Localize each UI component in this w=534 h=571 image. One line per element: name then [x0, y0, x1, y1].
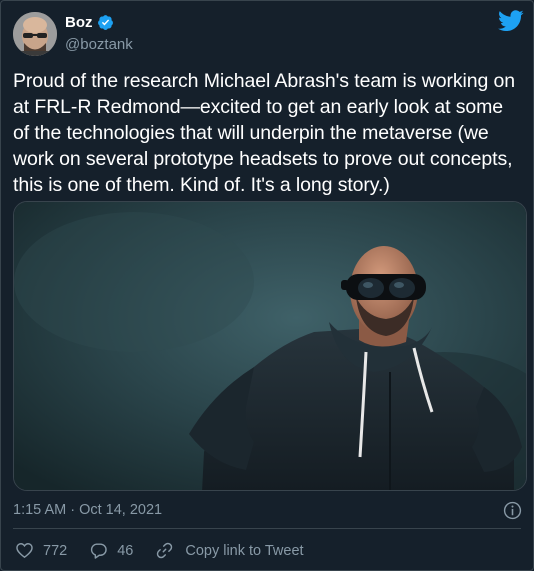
twitter-bird-icon[interactable] — [498, 10, 524, 32]
photo-person-with-headset — [14, 202, 526, 490]
info-icon[interactable] — [503, 501, 522, 520]
tweet-timestamp[interactable]: 1:15 AM · Oct 14, 2021 — [13, 502, 162, 518]
verified-badge-icon — [97, 15, 113, 30]
tweet-media-photo[interactable] — [13, 201, 527, 491]
copy-link-label: Copy link to Tweet — [185, 542, 304, 559]
footer-divider — [13, 528, 521, 529]
user-name-row[interactable]: Boz — [65, 14, 114, 31]
tweet-text: Proud of the research Michael Abrash's t… — [13, 70, 516, 196]
like-count: 772 — [43, 542, 68, 559]
heart-icon — [16, 543, 33, 559]
reply-button[interactable]: 46 — [89, 541, 133, 560]
tweet-card: Boz @boztank Proud of the research Micha… — [0, 0, 534, 571]
link-icon — [157, 542, 173, 559]
reply-count: 46 — [117, 542, 134, 559]
copy-link-button[interactable]: Copy link to Tweet — [155, 541, 304, 560]
like-button[interactable]: 772 — [15, 541, 67, 560]
reply-bubble-icon — [91, 543, 107, 559]
user-handle[interactable]: @boztank — [65, 36, 133, 53]
avatar[interactable] — [13, 12, 57, 56]
tweet-actions: 772 46 Copy link to Tweet — [15, 541, 304, 560]
display-name[interactable]: Boz — [65, 14, 93, 31]
